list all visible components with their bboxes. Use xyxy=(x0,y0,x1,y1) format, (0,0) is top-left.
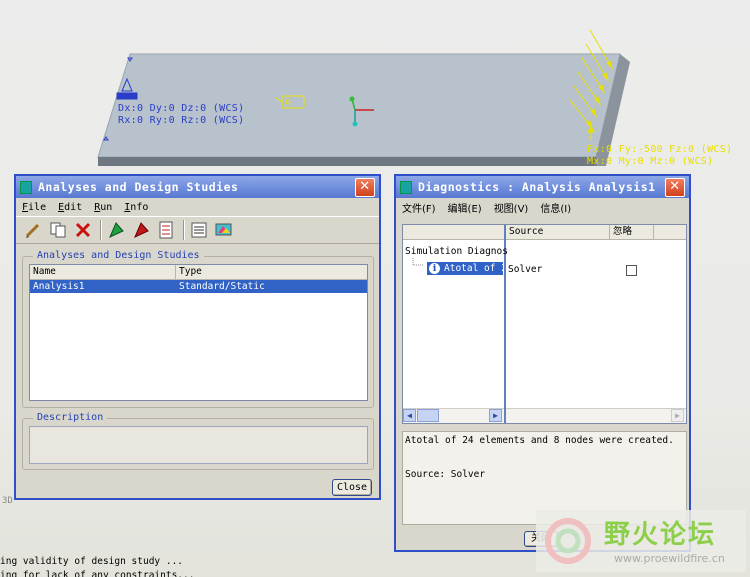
log-line1: ing validity of design study ... xyxy=(0,556,184,567)
status-list-icon[interactable] xyxy=(155,219,177,241)
review-results-icon[interactable] xyxy=(213,219,235,241)
message-line2: Source: Solver xyxy=(405,469,486,480)
watermark: 野火论坛 www.proewildfire.cn xyxy=(536,510,746,572)
column-header-name[interactable]: Name xyxy=(30,265,176,279)
stop-flag-icon[interactable] xyxy=(130,219,152,241)
window-app-icon xyxy=(400,180,412,194)
watermark-logo-icon xyxy=(545,518,591,564)
row-source-cell: Solver xyxy=(508,264,543,275)
menu-info[interactable]: 信息(I) xyxy=(540,200,571,215)
menu-edit[interactable]: 编辑(E) xyxy=(448,200,482,215)
analyses-toolbar xyxy=(16,216,379,244)
analyses-menubar: File Edit Run Info xyxy=(16,198,379,216)
copy-icon[interactable] xyxy=(47,219,69,241)
analysis-type-cell: Standard/Static xyxy=(179,281,265,292)
analyses-group-label: Analyses and Design Studies xyxy=(33,250,204,261)
model-viewport[interactable]: Dx:0 Dy:0 Dz:0 (WCS) Rx:0 Ry:0 Rz:0 (WCS… xyxy=(0,0,750,180)
diagnostics-menubar: 文件(F) 编辑(E) 视图(V) 信息(I) xyxy=(396,198,689,216)
details-header: Source 忽略 xyxy=(506,225,686,240)
tree-header xyxy=(403,225,504,240)
window-app-icon xyxy=(20,180,32,194)
close-button[interactable]: Close xyxy=(332,479,372,496)
table-row[interactable]: Analysis1 Standard/Static xyxy=(30,280,367,293)
diagnostics-details[interactable]: Source 忽略 Solver ▶ xyxy=(506,225,686,423)
diagnostics-window: Diagnostics : Analysis Analysis1 ✕ 文件(F)… xyxy=(394,174,691,552)
menu-view[interactable]: 视图(V) xyxy=(494,200,529,215)
constraint-label-line1: Dx:0 Dy:0 Dz:0 (WCS) xyxy=(118,103,245,114)
log-line2: ing for lack of any constraints... xyxy=(0,570,195,577)
analyses-window: Analyses and Design Studies ✕ File Edit … xyxy=(14,174,381,500)
diagnostics-titlebar[interactable]: Diagnostics : Analysis Analysis1 ✕ xyxy=(396,176,689,198)
diagnostics-split-pane: Simulation Diagnos i Atotal of 2 ◀ ▶ Sour… xyxy=(402,224,687,424)
tree-root[interactable]: Simulation Diagnos xyxy=(405,246,508,257)
tree-item-selected[interactable]: i Atotal of 2 xyxy=(427,262,503,275)
load-label-line1: Fx:0 Fy:-500 Fz:0 (WCS) xyxy=(587,144,733,155)
toolbar-separator xyxy=(100,220,102,240)
scroll-thumb[interactable] xyxy=(417,409,439,422)
analysis-name-cell: Analysis1 xyxy=(33,281,85,292)
analyses-close-x-button[interactable]: ✕ xyxy=(355,177,375,197)
tree-item-label: Atotal of 2 xyxy=(444,263,503,274)
constraint-label-line2: Rx:0 Ry:0 Rz:0 (WCS) xyxy=(118,115,245,126)
side-label: 3D xyxy=(2,496,13,506)
analyses-groupbox: Analyses and Design Studies Name Type An… xyxy=(22,250,374,408)
description-label: Description xyxy=(33,412,108,423)
toolbar-separator xyxy=(183,220,185,240)
description-groupbox: Description xyxy=(22,412,374,470)
load-label-line2: Mx:0 My:0 Mz:0 (WCS) xyxy=(587,156,714,167)
analyses-list-header: Name Type xyxy=(30,265,367,280)
details-horizontal-scrollbar[interactable]: ▶ xyxy=(506,408,686,423)
watermark-text: 野火论坛 xyxy=(604,520,717,550)
tree-horizontal-scrollbar[interactable]: ◀ ▶ xyxy=(403,408,504,423)
results-icon[interactable] xyxy=(188,219,210,241)
column-header-empty xyxy=(654,225,686,239)
analyses-list[interactable]: Name Type Analysis1 Standard/Static xyxy=(29,264,368,401)
delete-x-icon[interactable] xyxy=(72,219,94,241)
scroll-right-arrow-icon[interactable]: ▶ xyxy=(489,409,502,422)
column-header-source[interactable]: Source xyxy=(506,225,610,239)
menu-file[interactable]: 文件(F) xyxy=(402,200,436,215)
column-header-type[interactable]: Type xyxy=(176,265,367,279)
message-line1: Atotal of 24 elements and 8 nodes were c… xyxy=(405,435,674,446)
info-icon: i xyxy=(429,263,440,274)
scroll-left-arrow-icon[interactable]: ◀ xyxy=(403,409,416,422)
menu-run[interactable]: Run xyxy=(94,202,112,213)
ignore-checkbox[interactable] xyxy=(626,265,637,276)
column-header-ignore[interactable]: 忽略 xyxy=(610,225,654,239)
analyses-titlebar[interactable]: Analyses and Design Studies ✕ xyxy=(16,176,379,198)
start-run-flag-icon[interactable] xyxy=(105,219,127,241)
menu-info[interactable]: Info xyxy=(124,202,148,213)
tree-connector xyxy=(412,258,423,266)
diagnostics-close-x-button[interactable]: ✕ xyxy=(665,177,685,197)
diagnostics-tree[interactable]: Simulation Diagnos i Atotal of 2 ◀ ▶ xyxy=(403,225,508,423)
diagnostics-window-title: Diagnostics : Analysis Analysis1 xyxy=(418,180,656,194)
analyses-window-title: Analyses and Design Studies xyxy=(38,180,239,194)
description-field[interactable] xyxy=(29,426,368,464)
watermark-url: www.proewildfire.cn xyxy=(614,552,725,565)
scroll-right-arrow-icon[interactable]: ▶ xyxy=(671,409,684,422)
menu-file[interactable]: File xyxy=(22,202,46,213)
menu-edit[interactable]: Edit xyxy=(58,202,82,213)
edit-pencil-icon[interactable] xyxy=(22,219,44,241)
